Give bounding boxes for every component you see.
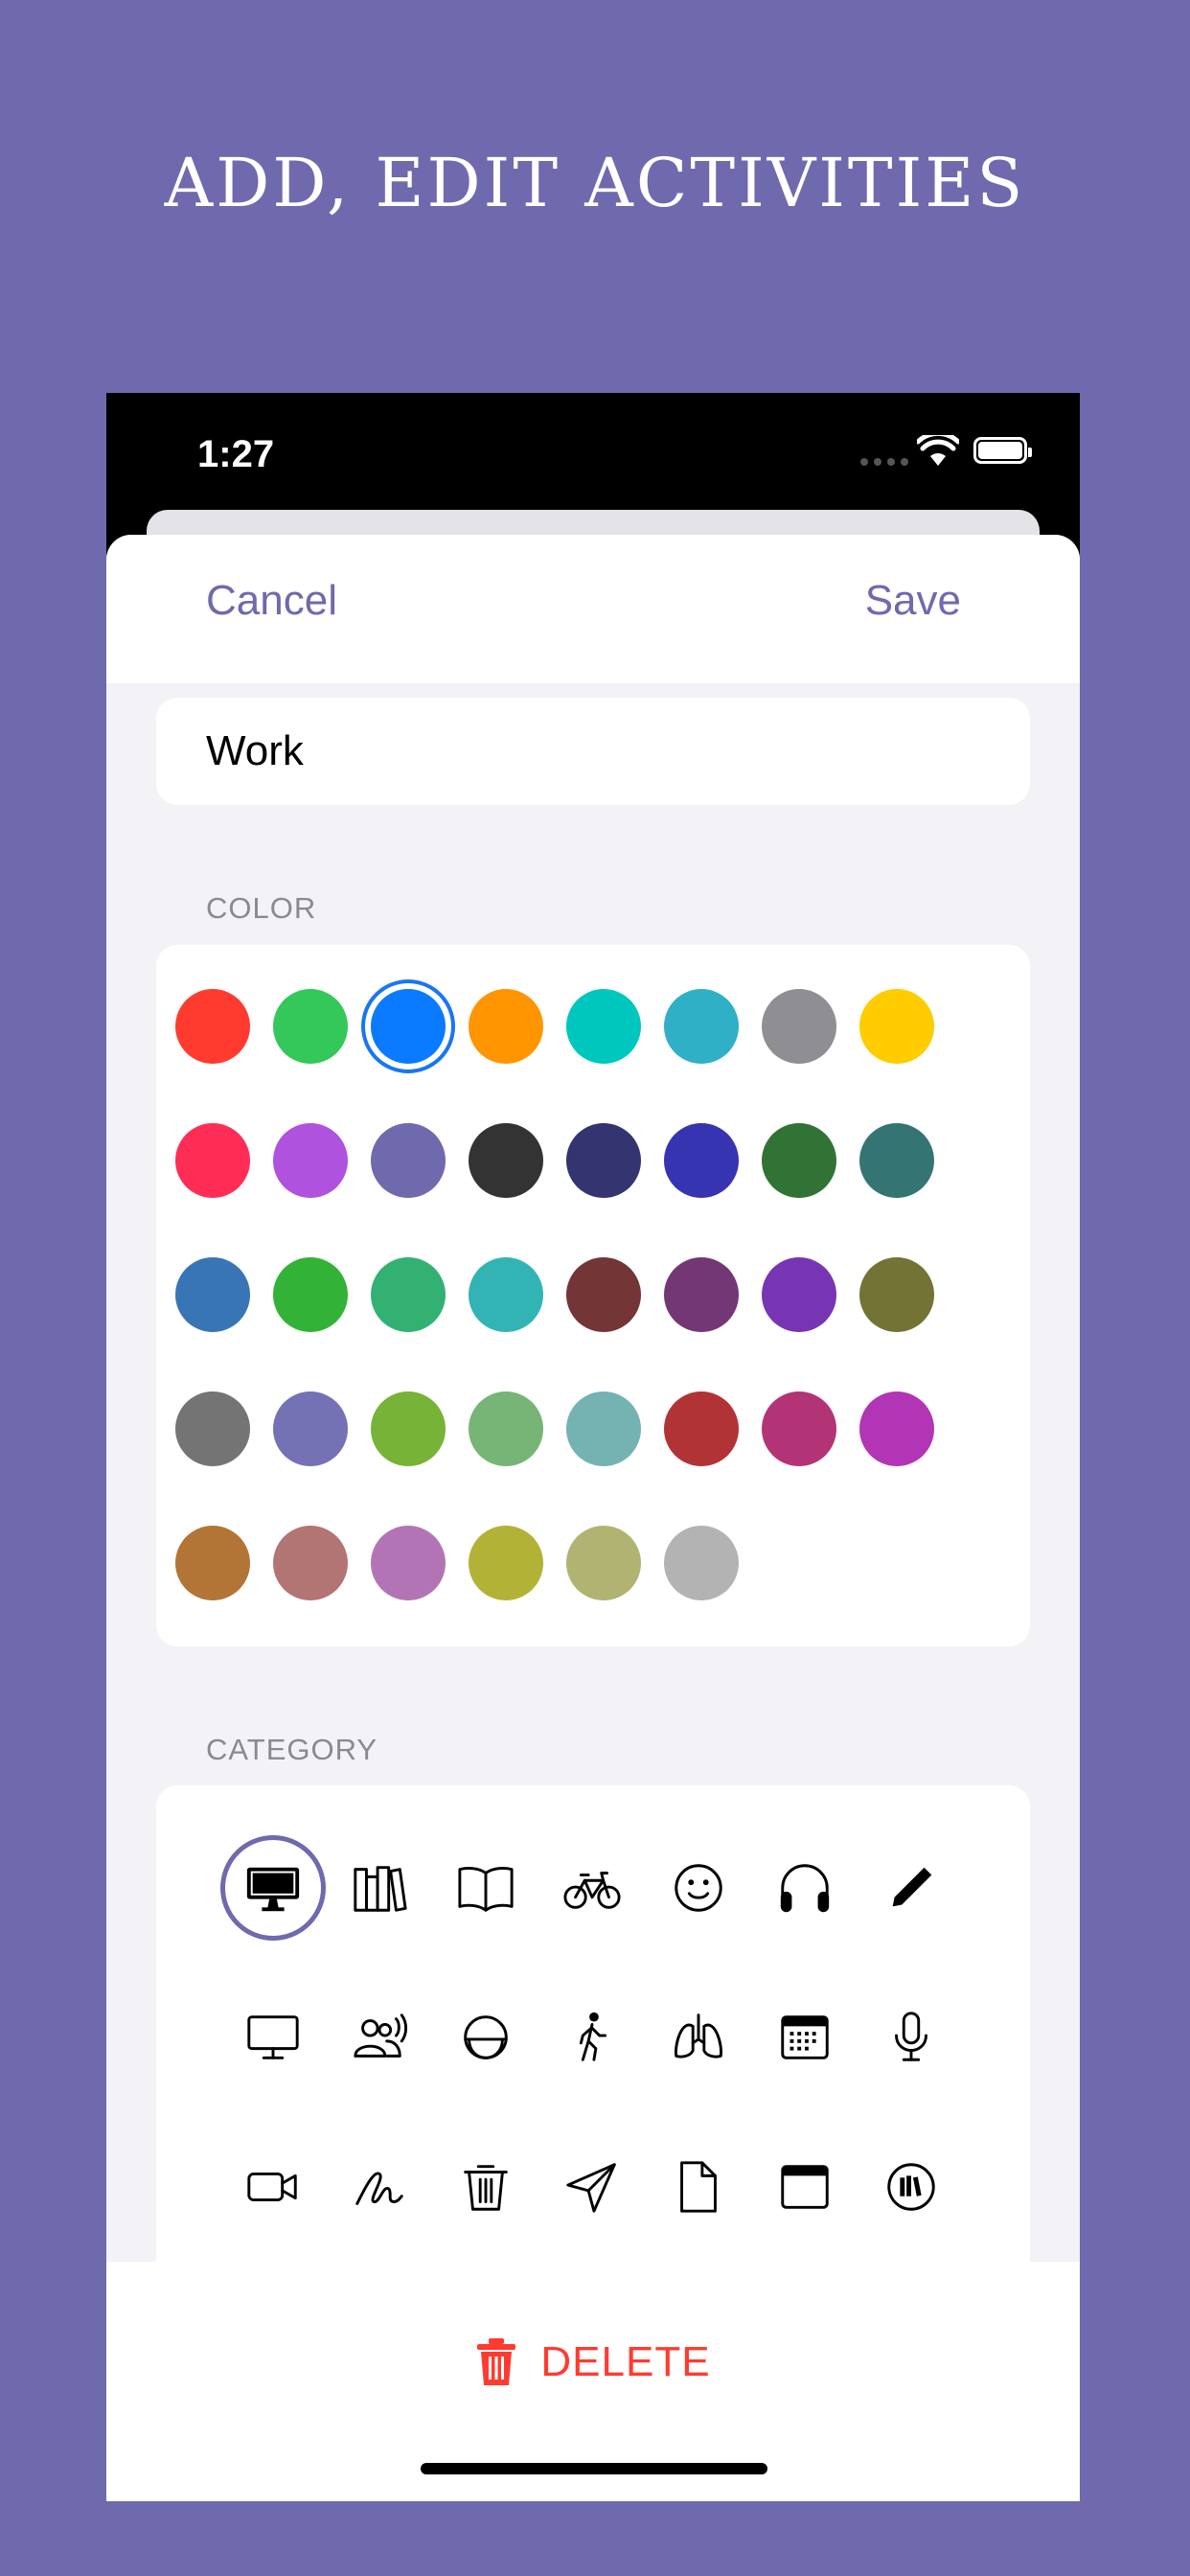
window-icon[interactable] — [752, 2134, 858, 2240]
color-swatch[interactable] — [762, 1392, 836, 1466]
bicycle-icon[interactable] — [539, 1835, 645, 1941]
wifi-icon — [917, 435, 959, 466]
color-swatch[interactable] — [469, 1123, 543, 1198]
color-swatch[interactable] — [566, 1123, 641, 1198]
paper-plane-icon[interactable] — [539, 2134, 645, 2240]
color-swatch[interactable] — [469, 1392, 543, 1466]
calendar-icon[interactable] — [752, 1985, 858, 2090]
category-section-label: CATEGORY — [206, 1733, 378, 1766]
book-icon[interactable] — [433, 1835, 538, 1941]
walking-figure-icon[interactable] — [539, 1985, 645, 2090]
color-swatch[interactable] — [762, 989, 836, 1064]
video-camera-icon[interactable] — [220, 2134, 326, 2240]
headline: ADD, EDIT ACTIVITIES — [164, 144, 1026, 222]
status-bar: 1:27 — [106, 393, 1080, 518]
color-swatch[interactable] — [175, 989, 250, 1064]
color-swatch[interactable] — [859, 989, 934, 1064]
color-swatch[interactable] — [371, 1257, 446, 1332]
color-swatch[interactable] — [566, 1392, 641, 1466]
trash-icon[interactable] — [433, 2134, 538, 2240]
library-icon[interactable] — [858, 2134, 964, 2240]
phone-screen: 1:27 Cancel Save Work COLOR CATEGORY DEL… — [106, 393, 1080, 2501]
color-swatch[interactable] — [175, 1257, 250, 1332]
activity-name-field[interactable]: Work — [156, 698, 1030, 805]
status-time: 1:27 — [197, 433, 275, 475]
trash-icon — [477, 2338, 516, 2385]
color-swatch[interactable] — [273, 989, 348, 1064]
color-swatch[interactable] — [371, 1392, 446, 1466]
books-icon[interactable] — [327, 1835, 432, 1941]
battery-icon — [973, 437, 1032, 464]
color-swatch[interactable] — [566, 1257, 641, 1332]
color-swatch[interactable] — [859, 1392, 934, 1466]
color-section-label: COLOR — [206, 891, 317, 925]
color-swatch[interactable] — [175, 1123, 250, 1198]
color-swatch[interactable] — [273, 1526, 348, 1600]
delete-label: DELETE — [540, 2338, 711, 2385]
people-talking-icon[interactable] — [327, 1985, 432, 2090]
category-picker — [156, 1785, 1030, 2284]
pencil-icon[interactable] — [858, 1835, 964, 1941]
cancel-button[interactable]: Cancel — [206, 577, 337, 625]
color-swatch[interactable] — [566, 1526, 641, 1600]
color-swatch[interactable] — [175, 1392, 250, 1466]
lungs-icon[interactable] — [646, 1985, 751, 2090]
delete-button[interactable]: DELETE — [106, 2319, 1080, 2405]
color-swatch[interactable] — [273, 1123, 348, 1198]
color-swatch[interactable] — [175, 1526, 250, 1600]
color-swatch[interactable] — [273, 1257, 348, 1332]
moon-icon[interactable] — [433, 1985, 538, 2090]
document-icon[interactable] — [646, 2134, 751, 2240]
color-swatch[interactable] — [566, 989, 641, 1064]
color-swatch[interactable] — [469, 989, 543, 1064]
color-swatch[interactable] — [273, 1392, 348, 1466]
color-swatch[interactable] — [664, 1257, 739, 1332]
nav-bar: Cancel Save — [106, 535, 1080, 683]
color-swatch[interactable] — [469, 1526, 543, 1600]
display-icon[interactable] — [220, 1985, 326, 2090]
edit-activity-sheet: Cancel Save Work COLOR CATEGORY DELETE — [106, 535, 1080, 2501]
headphones-icon[interactable] — [752, 1835, 858, 1941]
cellular-signal-icon — [860, 458, 908, 466]
color-swatch[interactable] — [371, 1526, 446, 1600]
footer: DELETE — [106, 2262, 1080, 2501]
save-button[interactable]: Save — [865, 577, 961, 625]
color-swatch[interactable] — [664, 1526, 739, 1600]
color-swatch[interactable] — [664, 1392, 739, 1466]
smiley-face-icon[interactable] — [646, 1835, 751, 1941]
color-swatch[interactable] — [762, 1257, 836, 1332]
desktop-computer-icon[interactable] — [220, 1835, 326, 1941]
color-swatch[interactable] — [859, 1257, 934, 1332]
color-swatch[interactable] — [762, 1123, 836, 1198]
color-swatch[interactable] — [371, 1123, 446, 1198]
home-indicator — [421, 2463, 767, 2474]
signature-icon[interactable] — [327, 2134, 432, 2240]
color-picker — [156, 945, 1030, 1646]
color-swatch[interactable] — [664, 989, 739, 1064]
color-swatch[interactable] — [664, 1123, 739, 1198]
color-swatch[interactable] — [469, 1257, 543, 1332]
color-swatch[interactable] — [371, 989, 446, 1064]
color-swatch[interactable] — [859, 1123, 934, 1198]
microphone-icon[interactable] — [858, 1985, 964, 2090]
